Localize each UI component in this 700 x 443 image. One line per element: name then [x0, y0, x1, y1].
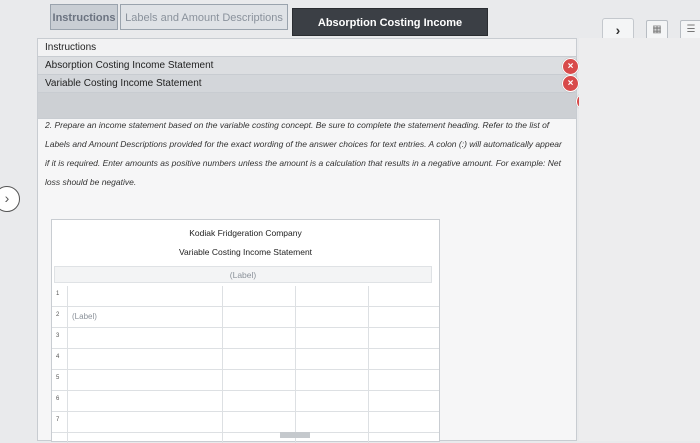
row-number: 2 [56, 312, 60, 318]
column-divider [67, 286, 68, 443]
statement-title: Variable Costing Income Statement [178, 247, 313, 257]
column-divider [295, 286, 296, 443]
tab-bar: Instructions Labels and Amount Descripti… [0, 0, 700, 57]
row-number: 4 [56, 354, 60, 360]
row-label-dropdown[interactable]: (Label) [72, 312, 97, 321]
chevron-left-icon[interactable]: › [0, 186, 20, 212]
heading-label-dropdown[interactable]: (Label) [54, 266, 432, 283]
table-row: 4 [52, 349, 439, 370]
right-margin [579, 38, 700, 441]
grid-icon[interactable]: ☰ [680, 20, 700, 40]
column-divider [222, 286, 223, 443]
table-row: 3 [52, 328, 439, 349]
row-number: 1 [56, 291, 60, 297]
table-row: 6 [52, 391, 439, 412]
scroll-handle[interactable] [280, 432, 310, 438]
table-row: 5 [52, 370, 439, 391]
tab-instructions[interactable]: Instructions [50, 4, 118, 30]
close-icon[interactable]: × [562, 75, 579, 92]
calculator-icon[interactable]: ▦ [646, 20, 668, 40]
list-item-absorption-costing[interactable]: Absorption Costing Income Statement [38, 57, 576, 75]
row-number: 5 [56, 375, 60, 381]
statement-grid: 1 2 (Label) 3 4 5 6 7 [52, 286, 439, 433]
row-number: 6 [56, 396, 60, 402]
tab-labels-and-amount-descriptions[interactable]: Labels and Amount Descriptions [120, 4, 288, 30]
table-row: 2 (Label) [52, 307, 439, 328]
instructions-header: Instructions [38, 39, 576, 57]
income-statement-sheet: Kodiak Fridgeration Company Variable Cos… [51, 219, 440, 443]
question-text: 2. Prepare an income statement based on … [45, 120, 562, 187]
company-name: Kodiak Fridgeration Company [189, 228, 302, 238]
table-row: 7 [52, 412, 439, 433]
instructions-list: Instructions Absorption Costing Income S… [38, 39, 576, 119]
list-item-variable-costing[interactable]: Variable Costing Income Statement [38, 75, 576, 93]
row-number: 7 [56, 417, 60, 423]
table-row: 1 [52, 286, 439, 307]
close-icon[interactable]: × [562, 58, 579, 75]
instructions-panel: Instructions Absorption Costing Income S… [37, 38, 593, 443]
row-number: 3 [56, 333, 60, 339]
tab-absorption-costing-income-statement[interactable]: Absorption Costing Income Statement [292, 8, 488, 57]
column-divider [368, 286, 369, 443]
